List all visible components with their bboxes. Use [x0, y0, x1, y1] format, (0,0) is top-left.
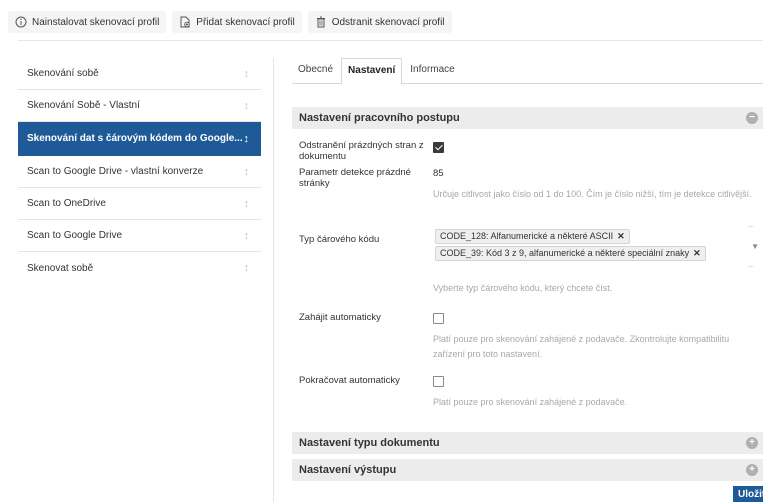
barcode-type-select[interactable]: – CODE_128: Alfanumerické a některé ASCI…	[433, 222, 763, 271]
output-section-header[interactable]: Nastavení výstupu +	[292, 459, 763, 481]
document-type-section-title: Nastavení typu dokumentu	[299, 437, 440, 449]
profile-item[interactable]: Skenovat sobě ↕	[18, 252, 261, 284]
blank-page-param-input[interactable]: 85	[433, 168, 444, 179]
auto-start-label: Zahájit automaticky	[299, 312, 381, 323]
auto-start-checkbox[interactable]	[433, 313, 444, 324]
auto-continue-hint: Platí pouze pro skenování zahájené z pod…	[433, 397, 628, 407]
profile-item[interactable]: Scan to Google Drive ↕	[18, 220, 261, 252]
tab-settings[interactable]: Nastavení	[341, 58, 403, 85]
auto-continue-checkbox[interactable]	[433, 376, 444, 387]
profile-item-selected[interactable]: Skenování dat s čárovým kódem do Google.…	[18, 122, 261, 156]
auto-start-hint: Platí pouze pro skenování zahájené z pod…	[433, 334, 730, 359]
remove-profile-button[interactable]: Odstranit skenovací profil	[307, 11, 452, 33]
panel-divider	[273, 58, 274, 502]
expand-icon[interactable]: +	[746, 437, 758, 449]
barcode-type-label: Typ čárového kódu	[299, 234, 380, 245]
document-type-section-header[interactable]: Nastavení typu dokumentu +	[292, 432, 763, 454]
profile-item-label: Scan to OneDrive	[27, 198, 106, 209]
select-separator: –	[748, 262, 753, 271]
add-profile-button[interactable]: Přidat skenovací profil	[172, 11, 302, 33]
add-document-icon	[180, 16, 191, 28]
profile-item-label: Skenovat sobě	[27, 262, 94, 274]
toolbar: Nainstalovat skenovací profil Přidat ske…	[0, 0, 763, 44]
barcode-type-hint: Vyberte typ čárového kódu, který chcete …	[433, 283, 613, 293]
profile-list: Skenování sobě ↕ Skenování Sobě - Vlastn…	[18, 58, 261, 284]
install-profile-button[interactable]: Nainstalovat skenovací profil	[8, 11, 167, 33]
barcode-chip: CODE_128: Alfanumerické a některé ASCII …	[435, 229, 630, 244]
info-circle-icon	[15, 16, 27, 28]
drag-handle-icon[interactable]: ↕	[244, 68, 250, 80]
remove-chip-icon[interactable]: ✕	[693, 247, 701, 260]
blank-page-removal-checkbox[interactable]	[433, 142, 444, 153]
workflow-section-header[interactable]: Nastavení pracovního postupu −	[292, 107, 763, 129]
expand-icon[interactable]: +	[746, 464, 758, 476]
drag-handle-icon[interactable]: ↕	[244, 133, 250, 145]
select-separator: –	[748, 222, 753, 231]
remove-profile-label: Odstranit skenovací profil	[331, 16, 445, 28]
settings-tabs: Obecné Nastavení Informace	[292, 58, 763, 85]
save-button[interactable]: Uložit	[733, 486, 763, 502]
collapse-icon[interactable]: −	[746, 112, 758, 124]
output-section-title: Nastavení výstupu	[299, 464, 397, 476]
barcode-chip-label: CODE_128: Alfanumerické a některé ASCII	[440, 231, 614, 241]
profile-item-label: Skenování Sobě - Vlastní	[27, 100, 140, 111]
tab-general[interactable]: Obecné	[292, 58, 339, 84]
drag-handle-icon[interactable]: ↕	[244, 230, 250, 242]
blank-page-param-hint: Určuje citlivost jako číslo od 1 do 100.…	[433, 189, 752, 199]
drag-handle-icon[interactable]: ↕	[244, 166, 250, 178]
drag-handle-icon[interactable]: ↕	[244, 198, 250, 210]
profile-item[interactable]: Skenování sobě ↕	[18, 58, 261, 90]
drag-handle-icon[interactable]: ↕	[244, 100, 250, 112]
chevron-down-icon[interactable]: ▼	[751, 242, 759, 251]
auto-continue-label: Pokračovat automaticky	[299, 375, 400, 386]
toolbar-divider	[18, 40, 763, 41]
blank-page-param-label: Parametr detekce prázdné stránky	[299, 167, 411, 189]
profile-item-label: Scan to Google Drive - vlastní konverze	[27, 166, 204, 177]
install-profile-label: Nainstalovat skenovací profil	[32, 16, 160, 28]
trash-icon	[316, 16, 325, 28]
barcode-chip-label: CODE_39: Kód 3 z 9, alfanumerické a někt…	[440, 248, 690, 258]
blank-page-removal-label: Odstranění prázdných stran z dokumentu	[299, 140, 424, 162]
tab-info[interactable]: Informace	[404, 58, 460, 84]
profile-item-label: Scan to Google Drive	[27, 230, 123, 241]
profile-item-label: Skenování sobě	[27, 68, 99, 79]
barcode-chip: CODE_39: Kód 3 z 9, alfanumerické a někt…	[435, 246, 706, 261]
workflow-section-title: Nastavení pracovního postupu	[299, 112, 460, 124]
drag-handle-icon[interactable]: ↕	[244, 262, 250, 274]
profile-item[interactable]: Scan to OneDrive ↕	[18, 188, 261, 220]
profile-item-label: Skenování dat s čárovým kódem do Google.…	[27, 133, 243, 144]
add-profile-label: Přidat skenovací profil	[196, 16, 295, 28]
remove-chip-icon[interactable]: ✕	[617, 230, 625, 243]
profile-item[interactable]: Skenování Sobě - Vlastní ↕	[18, 90, 261, 122]
profile-item[interactable]: Scan to Google Drive - vlastní konverze …	[18, 156, 261, 188]
